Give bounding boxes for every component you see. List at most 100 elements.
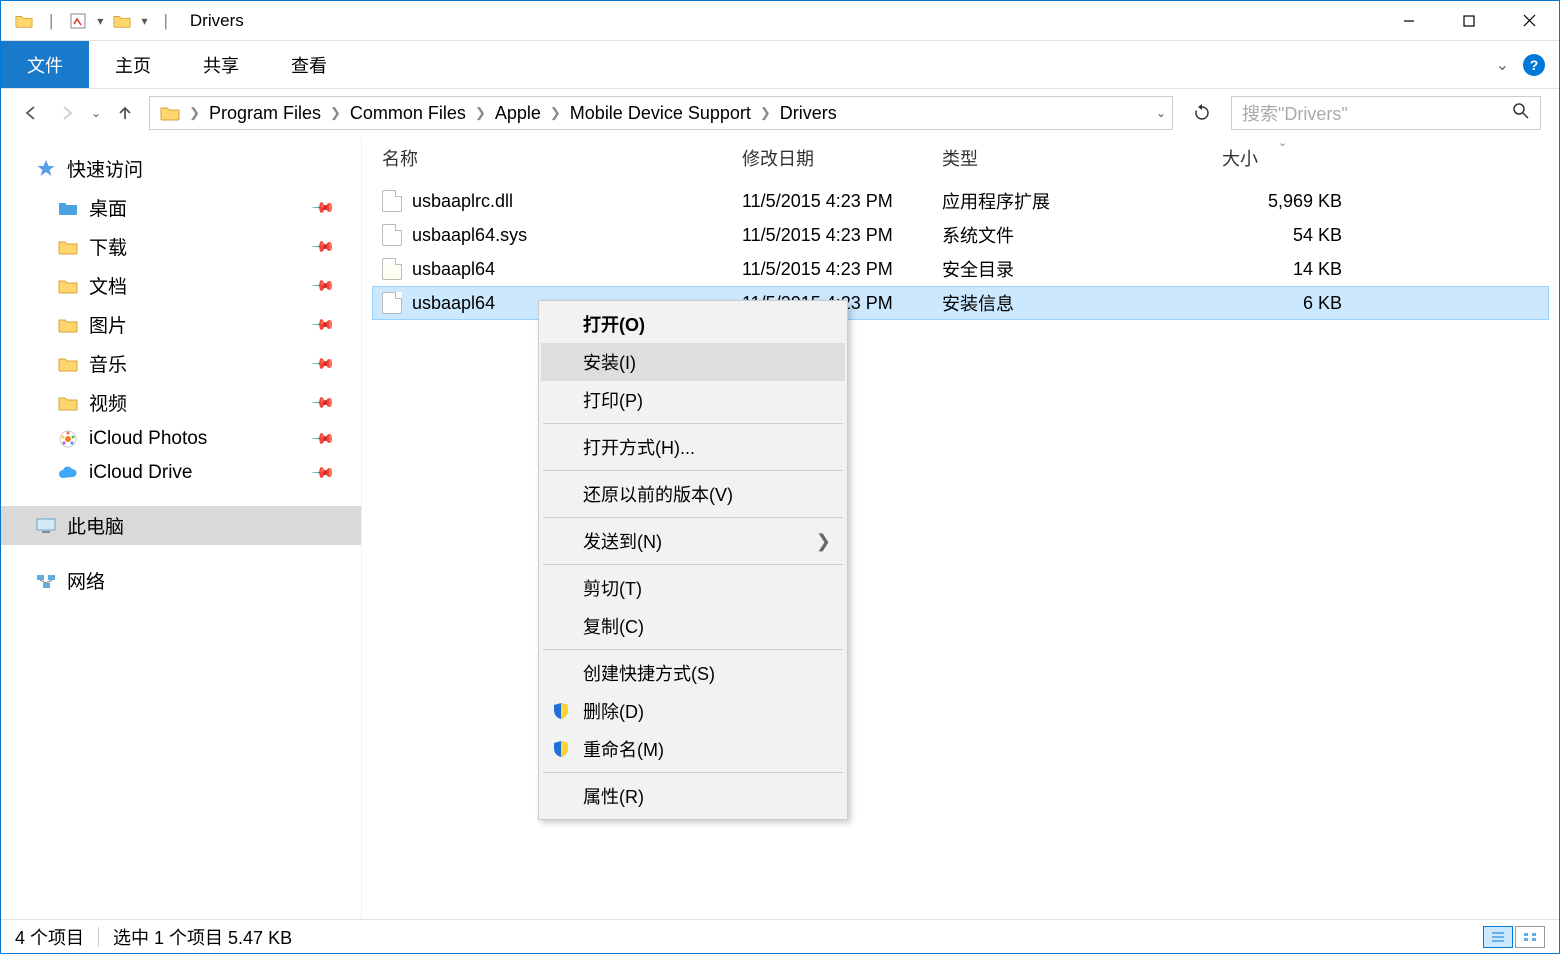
folder-icon — [15, 12, 33, 30]
ctx-properties[interactable]: 属性(R) — [541, 777, 845, 815]
folder-dropdown-icon[interactable]: ▾ — [141, 14, 147, 28]
pin-icon: 📌 — [311, 351, 337, 377]
sidebar-icloud-drive[interactable]: iCloud Drive 📌 — [1, 456, 361, 490]
search-icon[interactable] — [1512, 102, 1530, 125]
file-date: 11/5/2015 4:23 PM — [742, 191, 942, 212]
chevron-right-icon[interactable]: ❯ — [547, 105, 564, 121]
col-header-name[interactable]: 名称 — [382, 145, 742, 171]
ctx-send-to[interactable]: 发送到(N)❯ — [541, 522, 845, 560]
tab-file[interactable]: 文件 — [1, 41, 89, 88]
file-date: 11/5/2015 4:23 PM — [742, 259, 942, 280]
search-input[interactable]: 搜索"Drivers" — [1231, 96, 1541, 130]
separator: | — [163, 11, 167, 31]
ctx-separator — [543, 649, 843, 650]
ribbon-right: ⌄ ? — [1496, 41, 1559, 88]
file-name: usbaapl64 — [412, 293, 495, 314]
ctx-print[interactable]: 打印(P) — [541, 381, 845, 419]
folder-icon — [57, 197, 79, 219]
breadcrumb-segment[interactable]: Mobile Device Support — [566, 101, 755, 126]
properties-icon[interactable] — [69, 12, 87, 30]
ribbon-expand-icon[interactable]: ⌄ — [1496, 55, 1509, 75]
sidebar-item-label: 桌面 — [89, 194, 127, 221]
sidebar-desktop[interactable]: 桌面 📌 — [1, 188, 361, 227]
sidebar-videos[interactable]: 视频 📌 — [1, 383, 361, 422]
sidebar-quick-access[interactable]: 快速访问 — [1, 149, 361, 188]
ctx-open[interactable]: 打开(O) — [541, 305, 845, 343]
folder-icon — [57, 236, 79, 258]
breadcrumb-segment[interactable]: Program Files — [205, 101, 325, 126]
sidebar-item-label: 此电脑 — [67, 512, 124, 539]
chevron-right-icon[interactable]: ❯ — [757, 105, 774, 121]
ctx-rename[interactable]: 重命名(M) — [541, 730, 845, 768]
column-headers: 名称 修改日期 类型 大小 ⌄ — [362, 137, 1559, 180]
breadcrumb-segment[interactable]: Apple — [491, 101, 545, 126]
ctx-copy[interactable]: 复制(C) — [541, 607, 845, 645]
forward-button[interactable] — [55, 101, 79, 125]
file-row[interactable]: usbaapl64.sys 11/5/2015 4:23 PM 系统文件 54 … — [372, 218, 1549, 252]
pin-icon: 📌 — [311, 195, 337, 221]
breadcrumb-segment[interactable]: Drivers — [776, 101, 841, 126]
col-header-date[interactable]: 修改日期 — [742, 145, 942, 171]
col-header-size[interactable]: 大小 ⌄ — [1222, 145, 1352, 171]
close-button[interactable] — [1499, 1, 1559, 41]
ctx-separator — [543, 564, 843, 565]
ctx-separator — [543, 423, 843, 424]
maximize-button[interactable] — [1439, 1, 1499, 41]
breadcrumb-segment[interactable]: Common Files — [346, 101, 470, 126]
sidebar-this-pc[interactable]: 此电脑 — [1, 506, 361, 545]
folder-icon — [57, 392, 79, 414]
ctx-restore-previous[interactable]: 还原以前的版本(V) — [541, 475, 845, 513]
status-item-count: 4 个项目 — [15, 924, 84, 950]
pin-icon: 📌 — [311, 460, 337, 486]
file-size: 5,969 KB — [1222, 191, 1352, 212]
chevron-right-icon[interactable]: ❯ — [472, 105, 489, 121]
pin-icon: 📌 — [311, 426, 337, 452]
pin-icon: 📌 — [311, 234, 337, 260]
sidebar-item-label: 视频 — [89, 389, 127, 416]
minimize-button[interactable] — [1379, 1, 1439, 41]
chevron-right-icon[interactable]: ❯ — [327, 105, 344, 121]
folder-icon — [57, 314, 79, 336]
navigation-pane: 快速访问 桌面 📌 下载 📌 文档 📌 图片 📌 音乐 📌 — [1, 137, 361, 919]
sidebar-icloud-photos[interactable]: iCloud Photos 📌 — [1, 422, 361, 456]
tab-share[interactable]: 共享 — [177, 41, 265, 88]
tab-home[interactable]: 主页 — [89, 41, 177, 88]
sidebar-item-label: 图片 — [89, 311, 127, 338]
sidebar-downloads[interactable]: 下载 📌 — [1, 227, 361, 266]
sidebar-network[interactable]: 网络 — [1, 561, 361, 600]
ctx-install[interactable]: 安装(I) — [541, 343, 845, 381]
file-type: 安全目录 — [942, 256, 1222, 282]
sidebar-documents[interactable]: 文档 📌 — [1, 266, 361, 305]
qat-dropdown-icon[interactable]: ▾ — [97, 14, 103, 28]
details-view-button[interactable] — [1483, 926, 1513, 948]
history-dropdown-icon[interactable]: ⌄ — [91, 106, 101, 120]
pin-icon: 📌 — [311, 312, 337, 338]
up-button[interactable] — [113, 101, 137, 125]
pin-icon: 📌 — [311, 390, 337, 416]
sidebar-music[interactable]: 音乐 📌 — [1, 344, 361, 383]
file-row[interactable]: usbaaplrc.dll 11/5/2015 4:23 PM 应用程序扩展 5… — [372, 184, 1549, 218]
ctx-delete[interactable]: 删除(D) — [541, 692, 845, 730]
sidebar-item-label: iCloud Photos — [89, 428, 207, 450]
ctx-separator — [543, 772, 843, 773]
titlebar: | ▾ ▾ | Drivers — [1, 1, 1559, 41]
sidebar-item-label: 快速访问 — [67, 155, 143, 182]
refresh-button[interactable] — [1185, 96, 1219, 130]
file-name: usbaaplrc.dll — [412, 191, 513, 212]
ctx-cut[interactable]: 剪切(T) — [541, 569, 845, 607]
sidebar-pictures[interactable]: 图片 📌 — [1, 305, 361, 344]
ctx-create-shortcut[interactable]: 创建快捷方式(S) — [541, 654, 845, 692]
address-bar[interactable]: ❯ Program Files ❯ Common Files ❯ Apple ❯… — [149, 96, 1173, 130]
chevron-right-icon[interactable]: ❯ — [186, 105, 203, 121]
ctx-open-with[interactable]: 打开方式(H)... — [541, 428, 845, 466]
tab-view[interactable]: 查看 — [265, 41, 353, 88]
icons-view-button[interactable] — [1515, 926, 1545, 948]
col-header-type[interactable]: 类型 — [942, 145, 1222, 171]
help-icon[interactable]: ? — [1523, 54, 1545, 76]
address-folder-icon[interactable] — [156, 103, 184, 123]
address-dropdown-icon[interactable]: ⌄ — [1156, 106, 1166, 120]
window-title: Drivers — [190, 11, 244, 31]
icloud-photos-icon — [57, 428, 79, 450]
file-row[interactable]: usbaapl64 11/5/2015 4:23 PM 安全目录 14 KB — [372, 252, 1549, 286]
back-button[interactable] — [19, 101, 43, 125]
